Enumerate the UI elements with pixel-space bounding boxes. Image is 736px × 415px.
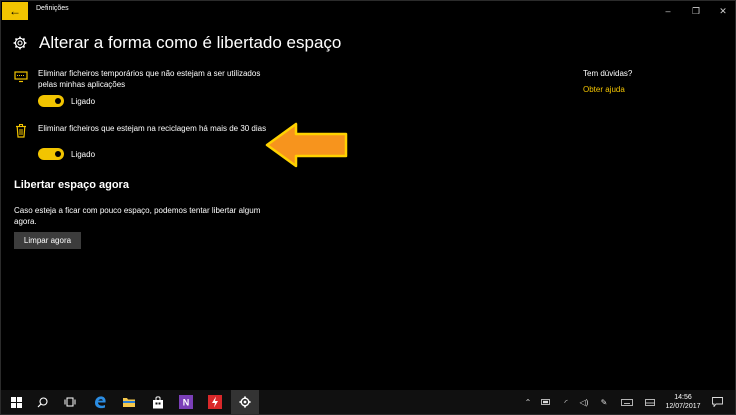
- taskbar-flash-app[interactable]: [204, 390, 226, 414]
- onenote-icon: N: [179, 395, 193, 409]
- wifi-icon: ◜: [564, 397, 568, 407]
- tray-battery[interactable]: [539, 390, 553, 414]
- taskbar-clock[interactable]: 14:56 12/07/2017: [663, 393, 703, 411]
- search-icon: [37, 396, 48, 407]
- show-hidden-icons-button[interactable]: ⌃: [521, 390, 535, 414]
- recycle-bin-toggle[interactable]: [38, 148, 64, 160]
- recycle-bin-icon: [16, 124, 26, 138]
- clock-date: 12/07/2017: [665, 403, 701, 410]
- temp-files-toggle-label: Ligado: [71, 97, 96, 106]
- temp-files-toggle[interactable]: [38, 95, 64, 107]
- recycle-bin-toggle-label: Ligado: [71, 150, 96, 159]
- get-help-link[interactable]: Obter ajuda: [583, 85, 625, 94]
- help-question: Tem dúvidas?: [583, 69, 633, 78]
- notification-icon: [711, 397, 723, 407]
- taskbar: N ⌃ ◜ ◁) ✎ 14:56 12/07/2017: [1, 390, 735, 414]
- toggle-knob: [55, 98, 61, 104]
- speaker-icon: ◁): [579, 397, 589, 407]
- tray-network[interactable]: ◜: [559, 390, 573, 414]
- close-button[interactable]: ✕: [712, 3, 734, 19]
- setting-temp-files-label: Eliminar ficheiros temporários que não e…: [38, 69, 261, 89]
- back-button[interactable]: ←: [2, 2, 28, 20]
- display-icon: [645, 398, 655, 406]
- folder-icon: [123, 398, 135, 407]
- task-view-button[interactable]: [59, 390, 81, 414]
- task-view-icon: [64, 397, 76, 407]
- settings-gear-icon: [239, 396, 251, 408]
- minimize-button[interactable]: –: [657, 3, 679, 19]
- title-bar: ← Definições – ❐ ✕: [1, 1, 735, 20]
- clean-now-button[interactable]: Limpar agora: [14, 232, 81, 249]
- setting-recycle-bin-label: Eliminar ficheiros que estejam na recicl…: [38, 124, 267, 133]
- battery-icon: [541, 399, 550, 405]
- app-title: Definições: [36, 5, 69, 12]
- free-space-description: Caso esteja a ficar com pouco espaço, po…: [14, 206, 261, 226]
- chevron-up-icon: ⌃: [524, 397, 532, 407]
- free-space-heading: Libertar espaço agora: [14, 179, 129, 191]
- pen-icon: ✎: [600, 397, 608, 407]
- tray-display[interactable]: [643, 390, 657, 414]
- maximize-button[interactable]: ❐: [685, 3, 707, 19]
- taskbar-file-explorer[interactable]: [118, 390, 140, 414]
- svg-text:N: N: [183, 398, 190, 408]
- monitor-icon: [14, 71, 28, 83]
- taskbar-onenote[interactable]: N: [175, 390, 197, 414]
- page-title: Alterar a forma como é libertado espaço: [39, 33, 342, 52]
- back-arrow-icon: ←: [9, 4, 21, 18]
- action-center-button[interactable]: [709, 390, 725, 414]
- tray-pen[interactable]: ✎: [597, 390, 611, 414]
- gear-icon: [13, 36, 27, 50]
- search-button[interactable]: [31, 390, 53, 414]
- edge-icon: [95, 396, 106, 409]
- taskbar-store[interactable]: [147, 390, 169, 414]
- tray-volume[interactable]: ◁): [577, 390, 591, 414]
- windows-logo-icon: [10, 396, 22, 408]
- taskbar-settings-active[interactable]: [231, 390, 259, 414]
- store-bag-icon: [153, 395, 163, 408]
- toggle-knob: [55, 151, 61, 157]
- keyboard-icon: [621, 398, 633, 406]
- clock-time: 14:56: [674, 394, 692, 401]
- flash-icon: [208, 395, 222, 409]
- start-button[interactable]: [5, 390, 27, 414]
- annotation-arrow: [265, 122, 348, 168]
- tray-keyboard[interactable]: [619, 390, 635, 414]
- taskbar-edge[interactable]: [89, 390, 111, 414]
